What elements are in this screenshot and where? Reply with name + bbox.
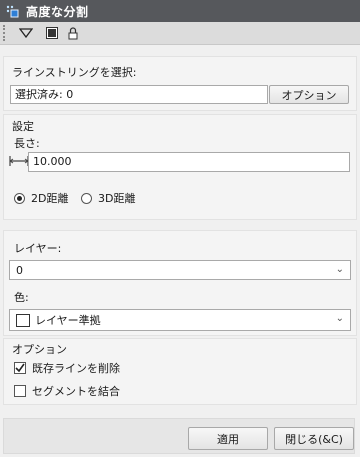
chevron-down-icon: ⌄: [335, 313, 344, 324]
layer-label: レイヤー:: [14, 242, 62, 255]
join-segments-option[interactable]: セグメントを結合: [14, 383, 120, 399]
window-title: 高度な分割: [26, 4, 89, 19]
length-label: 長さ:: [14, 137, 40, 150]
length-input[interactable]: 10.000: [28, 152, 350, 172]
title-bar: 高度な分割: [0, 0, 360, 22]
apply-button[interactable]: 適用: [188, 427, 268, 450]
length-measure-icon: [9, 155, 29, 170]
image-icon[interactable]: [43, 24, 61, 42]
toolbar-grip[interactable]: [3, 25, 9, 41]
divide-tool-icon: [4, 3, 20, 19]
selection-panel: ラインストリングを選択: 選択済み: 0 オプション: [3, 56, 357, 111]
radio-2d[interactable]: 2D距離: [14, 190, 68, 206]
radio-3d-label: 3D距離: [98, 192, 136, 205]
radio-2d-label: 2D距離: [31, 192, 69, 205]
options-heading: オプション: [12, 343, 67, 356]
color-label: 色:: [14, 291, 29, 304]
delete-existing-label: 既存ラインを削除: [32, 362, 120, 375]
layer-select[interactable]: 0 ⌄: [9, 260, 351, 280]
dropdown-triangle-icon[interactable]: [15, 24, 37, 42]
selection-status-field: 選択済み: 0: [10, 85, 268, 104]
radio-3d[interactable]: 3D距離: [81, 190, 135, 206]
delete-existing-checkbox[interactable]: [14, 362, 26, 374]
layer-panel: レイヤー: 0 ⌄ 色: レイヤー準拠 ⌄: [3, 230, 357, 336]
color-select[interactable]: レイヤー準拠 ⌄: [9, 309, 351, 331]
layer-select-value: 0: [16, 263, 23, 277]
delete-existing-option[interactable]: 既存ラインを削除: [14, 360, 120, 376]
join-segments-label: セグメントを結合: [32, 385, 120, 398]
close-button[interactable]: 閉じる(&C): [274, 427, 354, 450]
chevron-down-icon: ⌄: [335, 264, 344, 275]
settings-panel: 設定 長さ: 10.000 2D距離 3D距離: [3, 114, 357, 220]
toolbar: [0, 22, 360, 45]
radio-3d-button[interactable]: [81, 192, 92, 204]
options-button[interactable]: オプション: [269, 85, 349, 104]
lock-icon[interactable]: [65, 24, 81, 42]
color-swatch: [16, 313, 30, 327]
settings-heading: 設定: [12, 120, 34, 133]
color-select-value: レイヤー準拠: [35, 314, 101, 327]
join-segments-checkbox[interactable]: [14, 385, 26, 397]
options-panel: オプション 既存ラインを削除 セグメントを結合: [3, 338, 357, 405]
footer-bar: 適用 閉じる(&C): [3, 418, 355, 454]
selection-heading: ラインストリングを選択:: [12, 66, 137, 79]
radio-2d-button[interactable]: [14, 192, 25, 204]
